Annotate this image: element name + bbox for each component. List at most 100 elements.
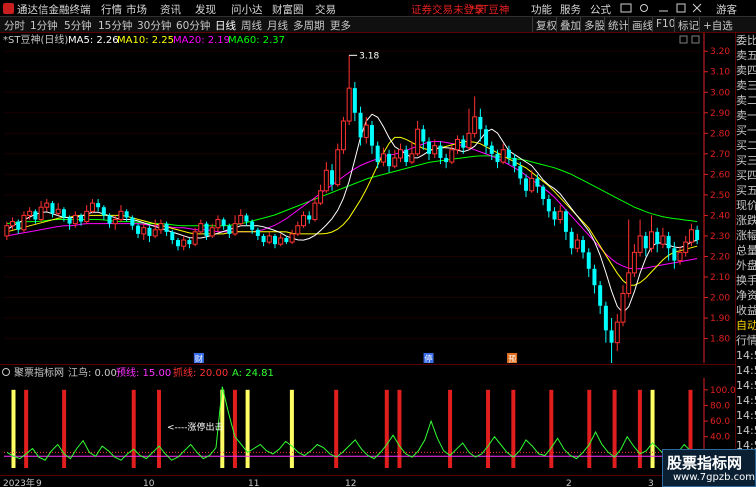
chart-collapse-icon[interactable] — [679, 35, 688, 44]
indicator-name[interactable]: 聚票指标网 — [14, 366, 64, 378]
candle — [4, 221, 10, 241]
side-panel-label: 14:55 — [736, 424, 756, 437]
period-more[interactable]: 更多 — [330, 18, 351, 33]
candle — [444, 153, 449, 169]
maximize-icon[interactable] — [676, 3, 686, 13]
date-label-sep: 9 — [36, 479, 42, 487]
stock-alert[interactable]: *ST豆神 — [470, 2, 509, 17]
candle — [238, 209, 244, 226]
menu-item-trade[interactable]: 交易 — [315, 2, 336, 17]
period-30min[interactable]: 30分钟 — [137, 18, 171, 33]
period-multi[interactable]: 多周期 — [293, 18, 325, 33]
date-label-feb: 2 — [566, 479, 572, 487]
candle — [176, 238, 180, 251]
candle — [563, 209, 568, 241]
svg-text:预: 预 — [508, 354, 516, 364]
menu-item-news[interactable]: 资讯 — [160, 2, 181, 17]
candle — [427, 137, 432, 160]
chart-expand-icon[interactable] — [691, 35, 700, 44]
menu-item-market[interactable]: 市场 — [126, 2, 147, 17]
candle — [500, 143, 506, 165]
candle — [392, 149, 398, 169]
candle — [295, 221, 301, 236]
close-icon[interactable] — [692, 3, 702, 13]
screenshot-icon[interactable] — [620, 3, 632, 13]
side-panel-label: 买一 — [736, 124, 756, 137]
candle — [232, 215, 238, 236]
period-weekly[interactable]: 周线 — [241, 18, 262, 33]
period-intraday[interactable]: 分时 — [4, 18, 25, 33]
candle — [614, 313, 620, 351]
event-marker[interactable]: 停 — [423, 353, 434, 363]
period-15min[interactable]: 15分钟 — [98, 18, 132, 33]
settings-icon[interactable] — [640, 4, 648, 12]
svg-text:3.18: 3.18 — [359, 51, 379, 61]
mark-button[interactable]: 标记 — [674, 17, 702, 32]
candle — [215, 215, 221, 232]
side-panel-label: 现价 — [736, 199, 756, 212]
candle — [660, 227, 666, 249]
candle — [187, 238, 192, 249]
period-toolbar: 分时 1分钟 5分钟 15分钟 30分钟 60分钟 日线 周线 月线 多周期 更… — [0, 17, 756, 33]
period-5min[interactable]: 5分钟 — [64, 18, 92, 33]
candle — [415, 121, 421, 156]
ma10-legend: MA10: 2.25 — [117, 35, 174, 46]
candle — [55, 203, 61, 216]
period-1min[interactable]: 1分钟 — [30, 18, 58, 33]
candle — [489, 141, 494, 160]
candle — [21, 211, 27, 232]
function-button[interactable]: 功能 — [531, 2, 552, 17]
service-button[interactable]: 服务 — [560, 2, 581, 17]
candle — [620, 285, 626, 327]
candle — [369, 121, 374, 154]
chart-corner-controls — [679, 35, 700, 44]
candle — [683, 235, 689, 257]
date-label-year: 2023年 — [3, 477, 35, 487]
candle — [96, 199, 101, 212]
candle — [38, 201, 44, 222]
menu-item-discover[interactable]: 发现 — [195, 2, 216, 17]
candle — [404, 145, 409, 167]
side-panel-label: 卖三 — [736, 79, 756, 92]
period-60min[interactable]: 60分钟 — [176, 18, 210, 33]
candle — [181, 235, 187, 251]
window-controls — [620, 3, 702, 13]
candle — [164, 221, 169, 236]
indicator-menu-icon[interactable] — [2, 368, 10, 376]
candle — [192, 227, 198, 247]
price-tick-label: 3.00 — [710, 88, 730, 98]
candle — [569, 227, 574, 255]
candle — [409, 141, 415, 165]
app-logo-icon — [3, 3, 14, 14]
site-watermark: 股票指标网 www.7gpzb.com — [662, 449, 756, 487]
event-marker[interactable]: 预 — [507, 353, 518, 364]
indicator-chart[interactable]: 100.080.060.040.020.0 <----涨停出击 — [0, 378, 735, 472]
date-label-oct: 10 — [143, 479, 155, 487]
side-panel-label: 卖四 — [736, 64, 756, 77]
period-monthly[interactable]: 月线 — [267, 18, 288, 33]
menu-item-quotes[interactable]: 行情 — [101, 2, 122, 17]
add-watchlist-button[interactable]: +自选 — [699, 17, 736, 32]
menu-item-wealth-circle[interactable]: 财富圈 — [272, 2, 304, 17]
menu-item-ask-xiaoda[interactable]: 问小达 — [231, 2, 263, 17]
date-label-mar: 3 — [648, 479, 654, 487]
candle — [649, 215, 655, 253]
price-tick-label: 2.20 — [710, 252, 730, 262]
price-tick-label: 2.00 — [710, 294, 730, 304]
candle — [637, 219, 643, 257]
candlestick-chart[interactable]: 3.20 3.10 3.00 2.90 2.80 2.70 2.60 2.50 2.40 2.30… — [0, 33, 735, 363]
candle — [592, 264, 597, 294]
event-marker[interactable]: 财 — [193, 353, 204, 363]
side-panel-label: 净资 — [736, 289, 756, 302]
candle — [255, 227, 260, 241]
guest-label[interactable]: 游客 — [716, 2, 737, 17]
candle — [352, 82, 357, 121]
side-panel-label: 14:54 — [736, 349, 756, 362]
watermark-url: www.7gpzb.com — [673, 472, 755, 483]
period-daily[interactable]: 日线 — [215, 18, 236, 33]
formula-button[interactable]: 公式 — [590, 2, 611, 17]
candle — [147, 225, 152, 243]
event-markers: 财停预 — [193, 353, 518, 364]
chart-header: *ST豆神(日线) MA5: 2.26 MA10: 2.25 MA20: 2.1… — [3, 33, 285, 46]
candle — [312, 196, 318, 222]
